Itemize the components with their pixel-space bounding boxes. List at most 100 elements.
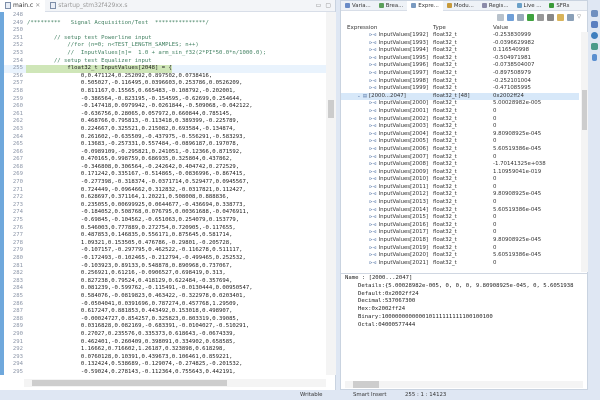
table-row[interactable]: ⊳⊲ InputValues[2013] float32_t 0 (341, 199, 579, 207)
expression-value[interactable]: 0 (493, 229, 573, 237)
code-line[interactable]: 257 0.505027,-0.116495,0.0396603,0.25378… (4, 80, 326, 88)
view-tab[interactable]: Varia... (341, 1, 375, 11)
code-line[interactable]: 279 -0.107157,-0.297795,0.462522,-0.1162… (4, 247, 326, 255)
debug-icon[interactable] (591, 43, 598, 50)
table-row[interactable]: ⊳⊲ InputValues[2019] float32_t 0 (341, 245, 579, 253)
expression-value[interactable]: 0 (493, 154, 573, 162)
expression-value[interactable]: 9.80908925e-045 (493, 131, 573, 139)
table-row[interactable]: ⊳⊲ InputValues[2005] float32_t 0 (341, 138, 579, 146)
expression-value[interactable]: 0 (493, 116, 573, 124)
code-line[interactable]: 256 0,0.471124,0.252092,0.897502,0.07384… (4, 73, 326, 81)
expression-value[interactable]: 0x2002ff24 (493, 93, 573, 101)
editor-horizontal-scrollbar[interactable] (24, 379, 326, 387)
code-line[interactable]: 294 0.132424,0.538689,-0.129074,-0.27482… (4, 361, 326, 369)
code-line[interactable]: 267 0.470165,0.998759,0.686935,0.325804,… (4, 156, 326, 164)
detail-pane[interactable]: Name : [2000...2047] Details:{5.00028982e… (341, 273, 587, 379)
scroll-thumb[interactable] (32, 380, 227, 386)
column-value[interactable]: Value (493, 25, 573, 31)
view-tab[interactable]: Expre... (407, 0, 443, 11)
code-line[interactable]: 263 0.224667,0.325521,0.215082,0.693584,… (4, 126, 326, 134)
expression-value[interactable]: 0 (493, 123, 573, 131)
code-line[interactable]: 295 -0.59024,0.278143,-0.112364,0.755643… (4, 369, 326, 377)
code-line[interactable]: 255 float32_t InputValues[2048] = { (4, 65, 326, 73)
table-row[interactable]: ⊳⊲ InputValues[2004] float32_t 9.80908925e-… (341, 131, 579, 139)
expression-value[interactable]: 1.10959041e-019 (493, 169, 573, 177)
expression-value[interactable]: 5.60519386e-045 (493, 252, 573, 260)
table-row[interactable]: ⊳⊲ InputValues[2008] float32_t -1.70141325e… (341, 161, 579, 169)
code-line[interactable]: 248 (4, 12, 326, 20)
close-icon[interactable]: ✕ (35, 2, 40, 9)
view-tab[interactable]: Brea... (375, 1, 408, 11)
table-row[interactable]: ⊳⊲ InputValues[2017] float32_t 0 (341, 229, 579, 237)
table-row[interactable]: ⊳⊲ InputValues[2003] float32_t 0 (341, 123, 579, 131)
array-group-row[interactable]: ⌄ ▤ [2000...2047] float32_t [48] 0x2002ff24 (341, 92, 579, 101)
table-row[interactable]: ⊳⊲ InputValues[1995] float32_t -0.504971981 (341, 55, 579, 63)
expression-value[interactable]: 0 (493, 260, 573, 268)
expression-value[interactable]: 0.116540998 (493, 47, 573, 55)
scroll-thumb[interactable] (353, 381, 379, 388)
collapse-icon[interactable] (497, 13, 505, 21)
console-icon[interactable] (591, 10, 598, 17)
detail-horizontal-scrollbar[interactable] (345, 381, 583, 388)
table-scrollbar[interactable] (581, 32, 588, 272)
minimize-icon[interactable]: ▭ (316, 2, 322, 9)
table-row[interactable]: ⊳⊲ InputValues[2016] float32_t 0 (341, 222, 579, 230)
table-row[interactable]: ⊳⊲ InputValues[2014] float32_t 5.60519386e-… (341, 207, 579, 215)
code-line[interactable]: 286 -0.0504041,0.0391696,0.787274,0.4577… (4, 301, 326, 309)
memory-icon[interactable] (591, 21, 598, 28)
tab-main-c[interactable]: main.c ✕ (0, 0, 46, 12)
code-line[interactable]: 280 -0.172493,-0.102465,-0.212794,-0.499… (4, 255, 326, 263)
table-row[interactable]: ⊳⊲ InputValues[1997] float32_t -0.897508979 (341, 70, 579, 78)
table-row[interactable]: ⊳⊲ InputValues[2015] float32_t 0 (341, 214, 579, 222)
code-line[interactable]: 289 0.0316828,0.082169,-0.683391,-0.0104… (4, 323, 326, 331)
table-row[interactable]: ⊳⊲ InputValues[1999] float32_t -0.471085995 (341, 85, 579, 93)
view-menu-icon[interactable]: ▽ (577, 14, 581, 20)
code-line[interactable]: 249 /********* Signal Acquisition/Test **… (4, 20, 326, 28)
expression-value[interactable]: -0.897508979 (493, 70, 573, 78)
table-row[interactable]: ⊳⊲ InputValues[2012] float32_t 9.80908925e-… (341, 191, 579, 199)
scroll-thumb[interactable] (328, 100, 334, 118)
code-line[interactable]: 292 1.16662,0.716602,1.26187,0.323898,0.… (4, 346, 326, 354)
table-row[interactable]: ⊳⊲ InputValues[2006] float32_t 5.60519386e-… (341, 146, 579, 154)
expression-value[interactable]: -0.0396629982 (493, 40, 573, 48)
table-row[interactable]: ⊳⊲ InputValues[2000] float32_t 5.00028982e-… (341, 100, 579, 108)
table-row[interactable]: ⊳⊲ InputValues[1994] float32_t 0.116540998 (341, 47, 579, 55)
bookmark-icon[interactable] (592, 54, 597, 61)
table-row[interactable]: ⊳⊲ InputValues[2020] float32_t 5.60519386e-… (341, 252, 579, 260)
expression-value[interactable]: 9.80908925e-045 (493, 237, 573, 245)
table-row[interactable]: ⊳⊲ InputValues[1998] float32_t -0.252101004 (341, 78, 579, 86)
code-line[interactable]: 253 // InputValues[n]= 1.0 + arm_sin_f32… (4, 50, 326, 58)
code-line[interactable]: 250 (4, 27, 326, 35)
code-line[interactable]: 252 //for (n=0; n<TEST_LENGTH_SAMPLES; n… (4, 42, 326, 50)
view-tab[interactable]: Modu... (443, 1, 478, 11)
expression-value[interactable]: 0 (493, 199, 573, 207)
expression-value[interactable]: 5.60519386e-045 (493, 146, 573, 154)
table-row[interactable]: ⊳⊲ InputValues[2001] float32_t 0 (341, 108, 579, 116)
code-line[interactable]: 288 -0.00024727,0.854257,0.325823,0.8033… (4, 316, 326, 324)
expression-value[interactable]: -0.0738504007 (493, 62, 573, 70)
expression-value[interactable]: -0.504971981 (493, 55, 573, 63)
code-line[interactable]: 277 0.487853,0.146835,0.556171,0.875645,… (4, 232, 326, 240)
code-line[interactable]: 293 0.0760128,0.10391,0.439673,0.106461,… (4, 354, 326, 362)
layout-icon[interactable] (517, 13, 525, 21)
expression-value[interactable]: 0 (493, 245, 573, 253)
view-tab[interactable]: Regis... (478, 1, 513, 11)
scroll-thumb[interactable] (582, 90, 587, 130)
remove-icon[interactable] (537, 13, 545, 21)
expression-value[interactable]: 0 (493, 108, 573, 116)
expression-value[interactable]: 0 (493, 214, 573, 222)
expression-value[interactable]: 0 (493, 184, 573, 192)
code-line[interactable]: 260 -0.147418,0.0979942,-0.0261844,-0.50… (4, 103, 326, 111)
table-row[interactable]: ⊳⊲ InputValues[1992] float32_t -0.253830999 (341, 32, 579, 40)
code-area[interactable]: 248 249 /********* Signal Acquisition/Test… (4, 12, 326, 378)
pin-icon[interactable] (567, 13, 575, 21)
column-expression[interactable]: Expression (341, 25, 433, 31)
tab-startup-file[interactable]: startup_stm32f429xx.s (45, 0, 132, 12)
chevron-down-icon[interactable]: ⌄ (357, 94, 361, 99)
code-line[interactable]: 265 0.13683,-0.257331,0.557484,-0.089618… (4, 141, 326, 149)
add-expression-icon[interactable] (527, 13, 535, 21)
editor-vertical-scrollbar[interactable] (326, 12, 336, 375)
column-type[interactable]: Type (433, 25, 493, 31)
code-line[interactable]: 262 0.468766,0.795813,-0.113418,0.389399… (4, 118, 326, 126)
table-row[interactable]: ⊳⊲ InputValues[2010] float32_t 0 (341, 176, 579, 184)
